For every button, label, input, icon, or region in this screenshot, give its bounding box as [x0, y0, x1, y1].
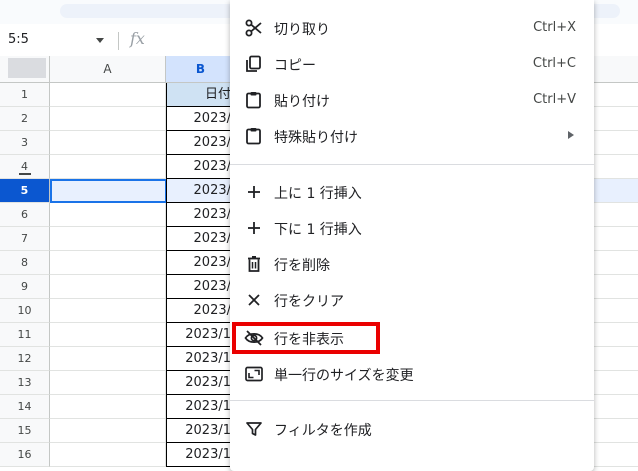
plus-icon	[244, 183, 264, 201]
cell-a[interactable]	[50, 323, 166, 347]
cell-b[interactable]: 2023/1	[166, 395, 236, 419]
row-header[interactable]: 8	[0, 251, 50, 275]
plus-icon	[244, 219, 264, 237]
cell-b[interactable]: 2023/	[166, 275, 236, 299]
cell-a[interactable]	[50, 371, 166, 395]
filter-icon	[244, 420, 264, 438]
cell-b[interactable]: 2023/	[166, 251, 236, 275]
cell-b[interactable]: 2023/1	[166, 323, 236, 347]
row-header[interactable]: 16	[0, 443, 50, 467]
select-all-corner[interactable]	[0, 56, 50, 83]
column-header-a[interactable]: A	[50, 56, 166, 83]
cell-a[interactable]	[50, 155, 166, 179]
menu-item-clear-row[interactable]: 行をクリア	[230, 282, 594, 318]
menu-item-paste[interactable]: 貼り付け Ctrl+V	[230, 82, 594, 118]
cell-a[interactable]	[50, 227, 166, 251]
row-header[interactable]: 3	[0, 131, 50, 155]
cell-a[interactable]	[50, 299, 166, 323]
menu-item-label: 行をクリア	[274, 294, 344, 310]
paste-icon	[244, 91, 264, 109]
row-header[interactable]: 2	[0, 107, 50, 131]
fx-icon: fx	[130, 29, 145, 48]
cell-b[interactable]: 2023/	[166, 155, 236, 179]
menu-item-label: フィルタを作成	[274, 423, 372, 439]
row-header[interactable]: 6	[0, 203, 50, 227]
menu-separator	[230, 164, 594, 165]
paste-special-icon	[244, 127, 264, 145]
row-header[interactable]: 15	[0, 419, 50, 443]
menu-item-shortcut: Ctrl+X	[533, 20, 576, 35]
menu-item-label: 単一行のサイズを変更	[274, 368, 414, 384]
menu-item-label: 下に 1 行挿入	[274, 222, 362, 238]
menu-separator	[230, 400, 594, 401]
menu-item-label: 貼り付け	[274, 94, 330, 110]
cell-a[interactable]	[50, 395, 166, 419]
select-all-corner-fill	[8, 58, 46, 78]
row-header[interactable]: 13	[0, 371, 50, 395]
menu-item-create-filter[interactable]: フィルタを作成	[230, 411, 594, 447]
menu-item-label: 行を削除	[274, 258, 330, 274]
cell-b[interactable]: 2023/1	[166, 419, 236, 443]
trash-icon	[244, 255, 264, 273]
row-header-label: 4	[21, 160, 28, 173]
cell-a[interactable]	[50, 107, 166, 131]
cell-a[interactable]	[50, 347, 166, 371]
row-header[interactable]: 10	[0, 299, 50, 323]
submenu-arrow-icon	[568, 131, 574, 139]
cell-a[interactable]	[50, 251, 166, 275]
cell-a[interactable]	[50, 131, 166, 155]
cell-b[interactable]: 2023/	[166, 227, 236, 251]
row-header[interactable]: 9	[0, 275, 50, 299]
row-header[interactable]: 7	[0, 227, 50, 251]
cell-b[interactable]: 2023/	[166, 107, 236, 131]
cell-b[interactable]: 2023/	[166, 203, 236, 227]
cell-a[interactable]	[50, 443, 166, 467]
cell-a[interactable]	[50, 419, 166, 443]
column-header-b[interactable]: B	[166, 56, 236, 83]
row-resize-marker	[19, 173, 31, 175]
cell-a-active[interactable]	[50, 179, 166, 203]
menu-item-label: 切り取り	[274, 22, 330, 38]
name-box[interactable]: 5:5	[8, 32, 29, 47]
cell-a[interactable]	[50, 275, 166, 299]
cell-a[interactable]	[50, 83, 166, 107]
row-header[interactable]: 4	[0, 155, 50, 179]
formula-bar-divider	[118, 32, 119, 50]
menu-item-copy[interactable]: コピー Ctrl+C	[230, 46, 594, 82]
name-box-dropdown-icon[interactable]	[96, 38, 104, 43]
menu-item-resize-row[interactable]: 単一行のサイズを変更	[230, 356, 594, 392]
menu-item-delete-row[interactable]: 行を削除	[230, 246, 594, 282]
copy-icon	[244, 55, 264, 73]
menu-item-label: 特殊貼り付け	[274, 130, 358, 146]
menu-item-cut[interactable]: 切り取り Ctrl+X	[230, 10, 594, 46]
menu-item-shortcut: Ctrl+V	[533, 92, 576, 107]
row-header[interactable]: 12	[0, 347, 50, 371]
row-header[interactable]: 1	[0, 83, 50, 107]
cell-b[interactable]: 2023/1	[166, 371, 236, 395]
row-header[interactable]: 11	[0, 323, 50, 347]
menu-item-label: 上に 1 行挿入	[274, 186, 362, 202]
cell-b[interactable]: 2023/1	[166, 347, 236, 371]
menu-item-paste-special[interactable]: 特殊貼り付け	[230, 118, 594, 154]
row-header[interactable]: 14	[0, 395, 50, 419]
cell-b[interactable]: 2023/1	[166, 443, 236, 467]
menu-item-insert-row-above[interactable]: 上に 1 行挿入	[230, 174, 594, 210]
close-icon	[244, 291, 264, 309]
row-header-selected[interactable]: 5	[0, 179, 50, 203]
menu-item-label: コピー	[274, 58, 316, 74]
menu-item-shortcut: Ctrl+C	[532, 56, 576, 71]
cell-b[interactable]: 2023/	[166, 179, 236, 203]
scissors-icon	[244, 19, 264, 37]
cell-b[interactable]: 2023/	[166, 299, 236, 323]
cell-b[interactable]: 2023/	[166, 131, 236, 155]
highlight-box-hide-row	[232, 322, 380, 354]
cell-a[interactable]	[50, 203, 166, 227]
resize-icon	[244, 365, 264, 383]
menu-item-insert-row-below[interactable]: 下に 1 行挿入	[230, 210, 594, 246]
cell-b[interactable]: 日付	[166, 83, 236, 107]
row-context-menu: 切り取り Ctrl+X コピー Ctrl+C 貼り付け Ctrl+V 特殊貼り付…	[230, 0, 594, 471]
